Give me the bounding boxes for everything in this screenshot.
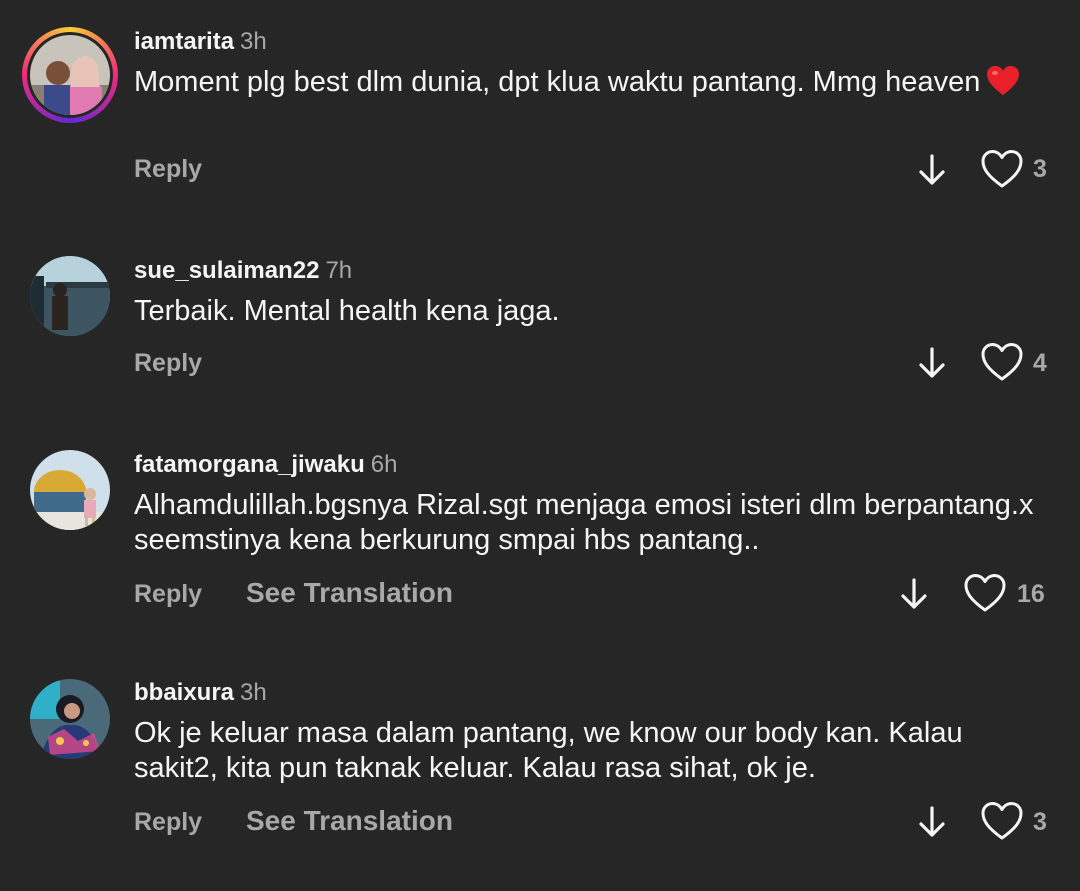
like-count: 3 [1033, 155, 1047, 183]
arrow-down-icon[interactable] [918, 153, 946, 187]
like-count: 16 [1017, 580, 1045, 608]
timestamp: 3h [240, 28, 267, 55]
red-heart-emoji-icon [987, 66, 1020, 95]
timestamp: 3h [240, 679, 267, 706]
see-translation-button[interactable]: See Translation [246, 805, 453, 837]
comment-text: Ok je keluar masa dalam pantang, we know… [134, 717, 963, 784]
avatar-image [30, 35, 110, 115]
username[interactable]: fatamorgana_jiwaku [134, 451, 365, 478]
comment-body: Moment plg best dlm dunia, dpt klua wakt… [134, 66, 981, 98]
see-translation-button[interactable]: See Translation [246, 577, 453, 609]
timestamp: 7h [325, 257, 353, 284]
avatar[interactable] [30, 256, 110, 336]
comment-meta: bbaixura 3h [134, 679, 267, 707]
comment-text: Terbaik. Mental health kena jaga. [134, 295, 560, 327]
arrow-down-icon[interactable] [900, 577, 928, 611]
reply-button[interactable]: Reply [134, 580, 202, 609]
avatar[interactable] [30, 450, 110, 530]
reply-button[interactable]: Reply [134, 349, 202, 378]
heart-icon[interactable] [980, 801, 1024, 841]
like-count: 4 [1033, 349, 1047, 377]
avatar[interactable] [22, 27, 118, 123]
username[interactable]: sue_sulaiman22 [134, 257, 319, 284]
comment-meta: iamtarita 3h [134, 28, 267, 56]
heart-icon[interactable] [980, 342, 1024, 382]
like-count: 3 [1033, 808, 1047, 836]
arrow-down-icon[interactable] [918, 805, 946, 839]
comment-meta: sue_sulaiman22 7h [134, 257, 352, 285]
avatar[interactable] [30, 679, 110, 759]
comment-text: Moment plg best dlm dunia, dpt klua wakt… [134, 65, 1054, 100]
heart-icon[interactable] [963, 573, 1007, 613]
comment-text: Alhamdulillah.bgsnya Rizal.sgt menjaga e… [134, 489, 1034, 556]
comment-meta: fatamorgana_jiwaku 6h [134, 451, 397, 479]
timestamp: 6h [370, 451, 398, 478]
username[interactable]: bbaixura [134, 679, 234, 706]
arrow-down-icon[interactable] [918, 346, 946, 380]
username[interactable]: iamtarita [134, 28, 234, 55]
reply-button[interactable]: Reply [134, 155, 202, 184]
reply-button[interactable]: Reply [134, 808, 202, 837]
heart-icon[interactable] [980, 149, 1024, 189]
story-ring [27, 32, 113, 118]
